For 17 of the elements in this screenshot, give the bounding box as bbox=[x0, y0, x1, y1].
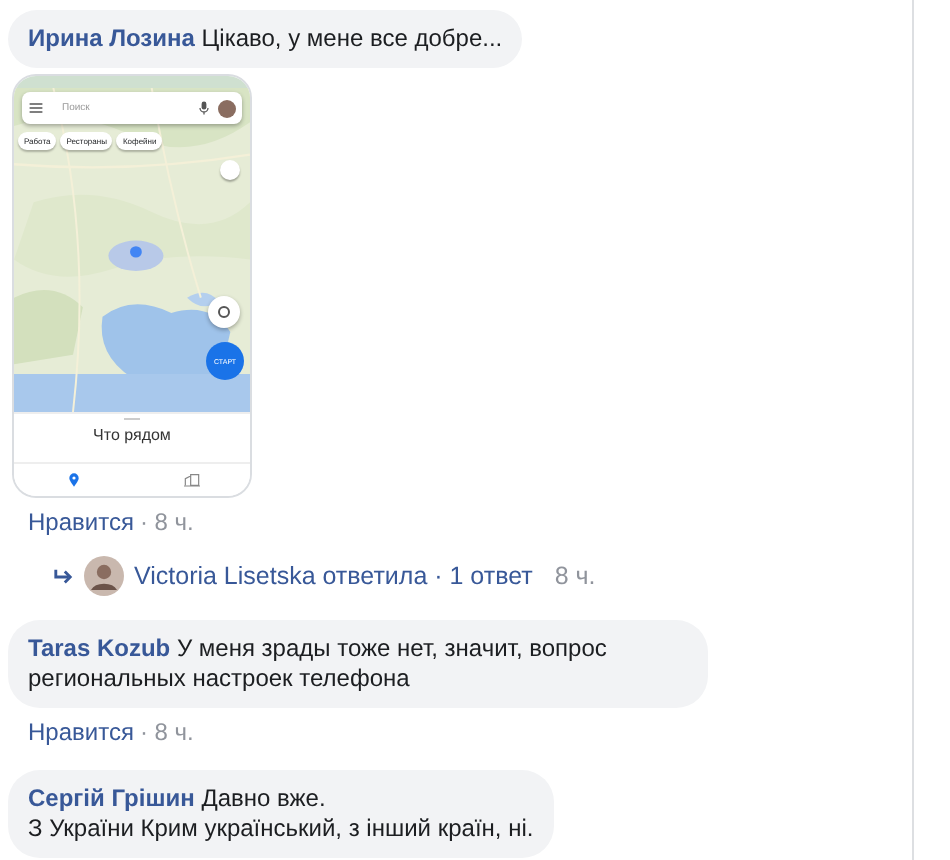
building-tab[interactable] bbox=[181, 470, 201, 490]
menu-icon[interactable] bbox=[28, 100, 44, 116]
like-link[interactable]: Нравится bbox=[28, 508, 134, 536]
avatar-icon[interactable] bbox=[218, 99, 236, 117]
comment-time: · 8 ч. bbox=[139, 718, 194, 746]
replies-link[interactable]: Victoria Lisetska ответила · 1 ответ bbox=[134, 562, 533, 590]
sheet-title: Что рядом bbox=[93, 426, 171, 444]
comment-text: Taras Kozub У меня зрады тоже нет, значит, вопрос региональных настроек телефона bbox=[28, 634, 609, 694]
pin-tab[interactable] bbox=[63, 470, 83, 490]
reply-time: 8 ч. bbox=[554, 562, 596, 590]
comment-text: Сергій Грішин Давно вже. З України Крим український, з інший країн, ні. bbox=[28, 784, 534, 844]
avatar-icon[interactable] bbox=[84, 556, 124, 596]
comment-time: · 8 ч. bbox=[139, 508, 194, 536]
microphone-icon[interactable] bbox=[196, 100, 212, 116]
comment-text: Ирина Лозина Цікаво, у мене все добре... bbox=[28, 24, 503, 54]
reply-arrow-icon bbox=[52, 567, 74, 585]
like-link[interactable]: Нравится bbox=[28, 718, 134, 746]
